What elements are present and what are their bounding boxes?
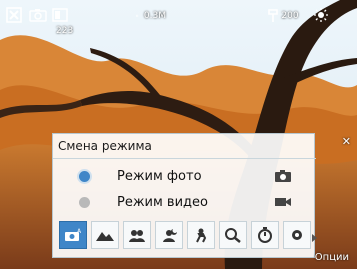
iso-value: 200 (281, 11, 299, 21)
scene-landscape-button[interactable] (91, 221, 119, 249)
status-bar: 223 0.3M 200 (0, 0, 357, 42)
side-close-icon[interactable]: ✕ (342, 135, 351, 148)
panel-divider (53, 158, 316, 159)
svg-text:A: A (77, 228, 82, 235)
mode-change-panel: Смена режима Режим фото Режим видео A (52, 133, 317, 258)
night-icon (163, 229, 177, 242)
scene-timer-button[interactable] (251, 221, 279, 249)
auto-scene-icon: A (65, 228, 82, 241)
option-photo-mode[interactable]: Режим фото (68, 163, 304, 189)
unselected-radio-icon (79, 196, 90, 208)
resolution-label: 0.3M (143, 11, 166, 21)
brightness-icon (313, 7, 329, 23)
camera-viewfinder-screen: 223 0.3M 200 ✕ Смена режима Режим фото Р… (0, 0, 357, 269)
close-up-icon (225, 228, 241, 243)
scene-sports-button[interactable] (187, 221, 215, 249)
close-icon[interactable] (6, 7, 22, 23)
scene-auto-button[interactable]: A (59, 221, 87, 249)
video-camera-icon (272, 193, 294, 211)
camera-mode-icon (29, 8, 47, 22)
camera-icon (272, 167, 294, 185)
scene-close-up-button[interactable] (219, 221, 247, 249)
scene-more-button[interactable] (283, 221, 311, 249)
selected-radio-icon (79, 170, 90, 182)
iso-icon: 200 (266, 7, 300, 25)
timer-icon (258, 227, 272, 243)
option-label: Режим видео (117, 194, 208, 210)
more-scene-icon (292, 230, 302, 240)
resolution-icon: 0.3M (136, 9, 166, 23)
options-softkey[interactable]: Опции (315, 252, 349, 263)
scene-portrait-button[interactable] (123, 221, 151, 249)
panel-title: Смена режима (58, 139, 152, 153)
sports-icon (196, 228, 207, 243)
remaining-shots-count: 223 (56, 26, 74, 36)
portrait-icon (129, 230, 145, 242)
scene-mode-row: A (56, 221, 311, 255)
scroll-right-arrow-icon[interactable] (312, 234, 317, 242)
option-label: Режим фото (117, 168, 202, 184)
memory-icon (52, 8, 68, 22)
landscape-icon (96, 232, 114, 241)
option-video-mode[interactable]: Режим видео (68, 189, 304, 215)
scene-night-button[interactable] (155, 221, 183, 249)
